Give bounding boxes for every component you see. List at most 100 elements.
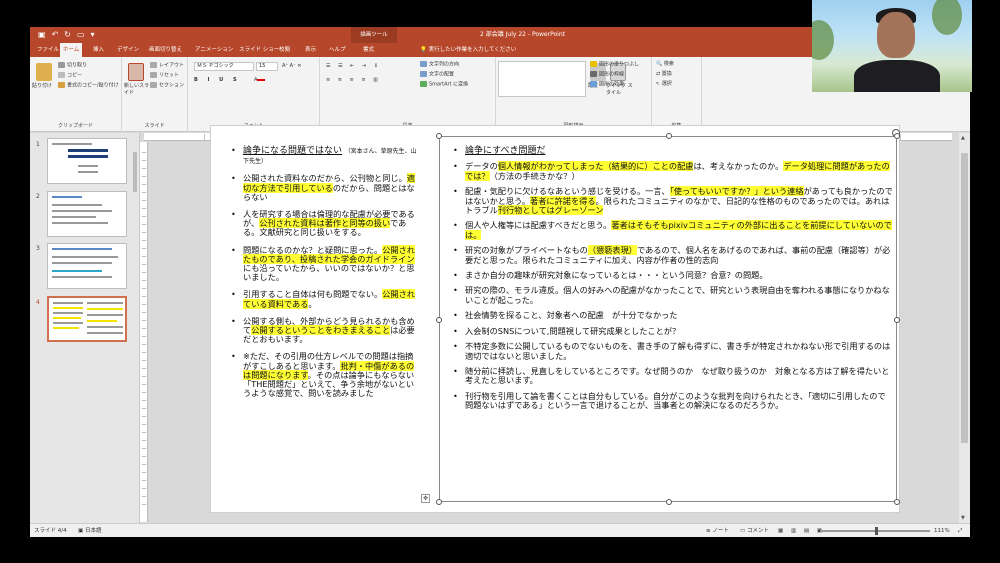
slides-group: 新しいスライド レイアウト リセット セクション スライド (122, 57, 188, 132)
zoom-level[interactable]: 111% (934, 524, 950, 537)
resize-handle[interactable] (436, 317, 442, 323)
reset-button[interactable]: リセット (150, 72, 179, 80)
left-text-column[interactable]: 論争になる問題ではない （宮本さん、草原先生、山下先生） 公開された資料なのだか… (231, 146, 421, 406)
tab-animations[interactable]: アニメーション (192, 43, 236, 57)
undo-icon[interactable]: ↶ (52, 30, 59, 40)
tab-design[interactable]: デザイン (114, 43, 142, 57)
tab-home[interactable]: ホーム (60, 43, 83, 57)
zoom-slider-knob[interactable] (875, 527, 878, 535)
replace-button[interactable]: ⇄ 置換 (656, 71, 672, 78)
align-text-button[interactable]: 文字の配置 (420, 71, 454, 79)
powerpoint-window: ▣ ↶ ↻ ▭ ▾ 描画ツール 2 部会議 July 22 - PowerPoi… (30, 27, 970, 537)
list-buttons[interactable]: ☰ ☰ ⇤ ⇥ ↕ (326, 63, 381, 70)
shape-outline-button[interactable]: 図形の枠線 (590, 71, 624, 79)
new-slide-icon[interactable] (128, 63, 144, 81)
tab-help[interactable]: ヘルプ (326, 43, 349, 57)
resize-handle[interactable] (894, 317, 900, 323)
slide-thumbnail-4[interactable] (47, 296, 127, 342)
editing-group: 🔍 検索 ⇄ 置換 ↖ 選択 編集 (652, 57, 702, 132)
new-slide-button[interactable]: 新しいスライド (124, 83, 152, 97)
format-painter-button[interactable]: 書式のコピー/貼り付け (58, 82, 119, 90)
list-item: 公開する側も、外部からどう見られるかも含めて公開するということをわきまえることは… (231, 316, 421, 345)
list-item: 社会情勢を探ること、対象者への配慮 が十分でなかった (453, 310, 893, 321)
tell-me-text: 実行したい作業を入力してください (428, 47, 517, 53)
tell-me-search[interactable]: 💡 実行したい作業を入力してください (420, 43, 516, 57)
slide-thumbnail-3[interactable] (47, 243, 127, 289)
paragraph-group: ☰ ☰ ⇤ ⇥ ↕ ≡ ≡ ≡ ≡ ▥ 文字列の方向 文字の配置 SmartAr… (320, 57, 496, 132)
tab-format[interactable]: 書式 (360, 43, 377, 57)
resize-handle[interactable] (666, 499, 672, 505)
bold-italic-underline-buttons[interactable]: B I U S (194, 77, 241, 84)
notes-icon: ≡ (706, 528, 711, 534)
font-color-icon[interactable]: A (254, 77, 266, 84)
screen: ▣ ↶ ↻ ▭ ▾ 描画ツール 2 部会議 July 22 - PowerPoi… (0, 0, 1000, 563)
slide-thumbnail-2[interactable] (47, 191, 127, 237)
comment-icon: ▭ (740, 528, 746, 534)
customize-qat-icon[interactable]: ▾ (91, 30, 95, 40)
language-indicator[interactable]: ▣ 日本語 (78, 524, 101, 537)
resize-handle[interactable] (666, 133, 672, 139)
vertical-scrollbar[interactable]: ▲ ▼ (959, 133, 970, 523)
font-name-combo[interactable]: ＭＳ Ｐゴシック (194, 62, 254, 71)
fit-to-window-icon[interactable]: ⤢ (958, 524, 962, 537)
section-button[interactable]: セクション (150, 82, 184, 90)
tab-file[interactable]: ファイル (34, 43, 62, 57)
tab-view[interactable]: 表示 (302, 43, 319, 57)
select-button[interactable]: ↖ 選択 (656, 81, 672, 88)
smartart-button[interactable]: SmartArt に変換 (420, 81, 468, 89)
layout-button[interactable]: レイアウト (150, 62, 184, 70)
shapes-gallery[interactable] (498, 61, 586, 97)
copy-button[interactable]: コピー (58, 72, 82, 80)
list-item: 研究の際の、モラル違反。個人の好みへの配慮がなかったことで、研究という表現自由を… (453, 286, 893, 305)
search-icon: 🔍 (656, 61, 663, 67)
list-item: 論争になる問題ではない （宮本さん、草原先生、山下先生） (231, 146, 421, 166)
resize-handle[interactable] (894, 499, 900, 505)
start-slideshow-icon[interactable]: ▭ (77, 30, 85, 40)
comments-button[interactable]: ▭ コメント (740, 524, 769, 537)
slide-indicator: スライド 4/4 (34, 528, 67, 534)
list-item: 刊行物を引用して論を書くことは自分もしている。自分がこのような批判を向けられたと… (453, 391, 893, 411)
thumbnail-scrollbar[interactable] (133, 152, 137, 192)
align-text-icon (420, 71, 427, 77)
scroll-up-icon[interactable]: ▲ (961, 135, 965, 141)
quick-access-toolbar: ▣ ↶ ↻ ▭ ▾ (38, 30, 95, 40)
save-icon[interactable]: ▣ (38, 30, 46, 40)
slides-group-label: スライド (144, 123, 165, 129)
replace-icon: ⇄ (656, 71, 661, 77)
cut-button[interactable]: 切り取り (58, 62, 87, 70)
font-size-combo[interactable]: 15 (256, 62, 278, 71)
resize-handle[interactable] (436, 133, 442, 139)
tab-insert[interactable]: 挿入 (90, 43, 107, 57)
window-title: 2 部会議 July 22 - PowerPoint (480, 31, 565, 38)
scroll-down-icon[interactable]: ▼ (961, 515, 965, 521)
tab-review[interactable]: 校閲 (276, 43, 293, 57)
tab-transitions[interactable]: 画面切り替え (146, 43, 185, 57)
shape-fill-button[interactable]: 図形の塗りつぶし (590, 61, 639, 69)
slide-canvas[interactable]: 論争になる問題ではない （宮本さん、草原先生、山下先生） 公開された資料なのだか… (210, 125, 900, 513)
shape-effects-button[interactable]: 図形の効果 (590, 81, 624, 89)
drawing-tools-context: 描画ツール (351, 27, 397, 43)
resize-handle[interactable] (894, 133, 900, 139)
list-item: データの個人情報がわかってしまった（結果的に）ことの配慮は、考えなかったのか。デ… (453, 161, 893, 181)
text-direction-button[interactable]: 文字列の方向 (420, 61, 459, 69)
right-text-column[interactable]: 論争にすべき問題だ データの個人情報がわかってしまった（結果的に）ことの配慮は、… (453, 146, 893, 417)
vertical-ruler (140, 142, 148, 522)
effects-icon (590, 81, 597, 87)
resize-handle[interactable] (436, 499, 442, 505)
paste-icon[interactable] (36, 63, 52, 81)
section-icon (150, 82, 157, 88)
slide-thumbnail-1[interactable] (47, 138, 127, 184)
notes-button[interactable]: ≡ ノート (706, 524, 729, 537)
view-buttons[interactable]: ▦ ▥ ▤ ▣ (778, 524, 825, 537)
find-button[interactable]: 🔍 検索 (656, 61, 674, 68)
paste-options-icon[interactable]: ✥ (421, 494, 430, 503)
grow-font-icon[interactable]: A⁺ A⁻ ✕ (282, 63, 302, 70)
reset-icon (150, 72, 157, 78)
list-item: ※ただ、その引用の仕方レベルでの問題は指摘がすこしあると思います。批判・中傷があ… (231, 352, 421, 398)
paste-button[interactable]: 貼り付け (32, 83, 52, 90)
layout-icon (150, 62, 157, 68)
redo-icon[interactable]: ↻ (64, 30, 71, 40)
list-item: 引用すること自体は何も問題でない。公開されている資料である。 (231, 289, 421, 309)
align-buttons[interactable]: ≡ ≡ ≡ ≡ ▥ (326, 77, 381, 84)
scrollbar-thumb[interactable] (961, 153, 968, 443)
